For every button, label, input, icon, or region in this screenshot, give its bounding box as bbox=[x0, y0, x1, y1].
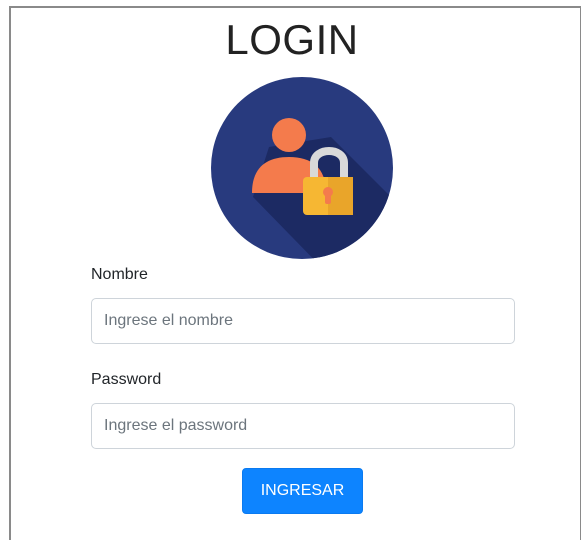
name-input[interactable] bbox=[91, 298, 515, 344]
user-lock-icon bbox=[211, 77, 393, 259]
submit-button[interactable]: INGRESAR bbox=[242, 468, 363, 514]
page-title: LOGIN bbox=[225, 16, 359, 63]
password-input[interactable] bbox=[91, 403, 515, 449]
name-label: Nombre bbox=[91, 266, 148, 283]
password-label: Password bbox=[91, 371, 162, 388]
